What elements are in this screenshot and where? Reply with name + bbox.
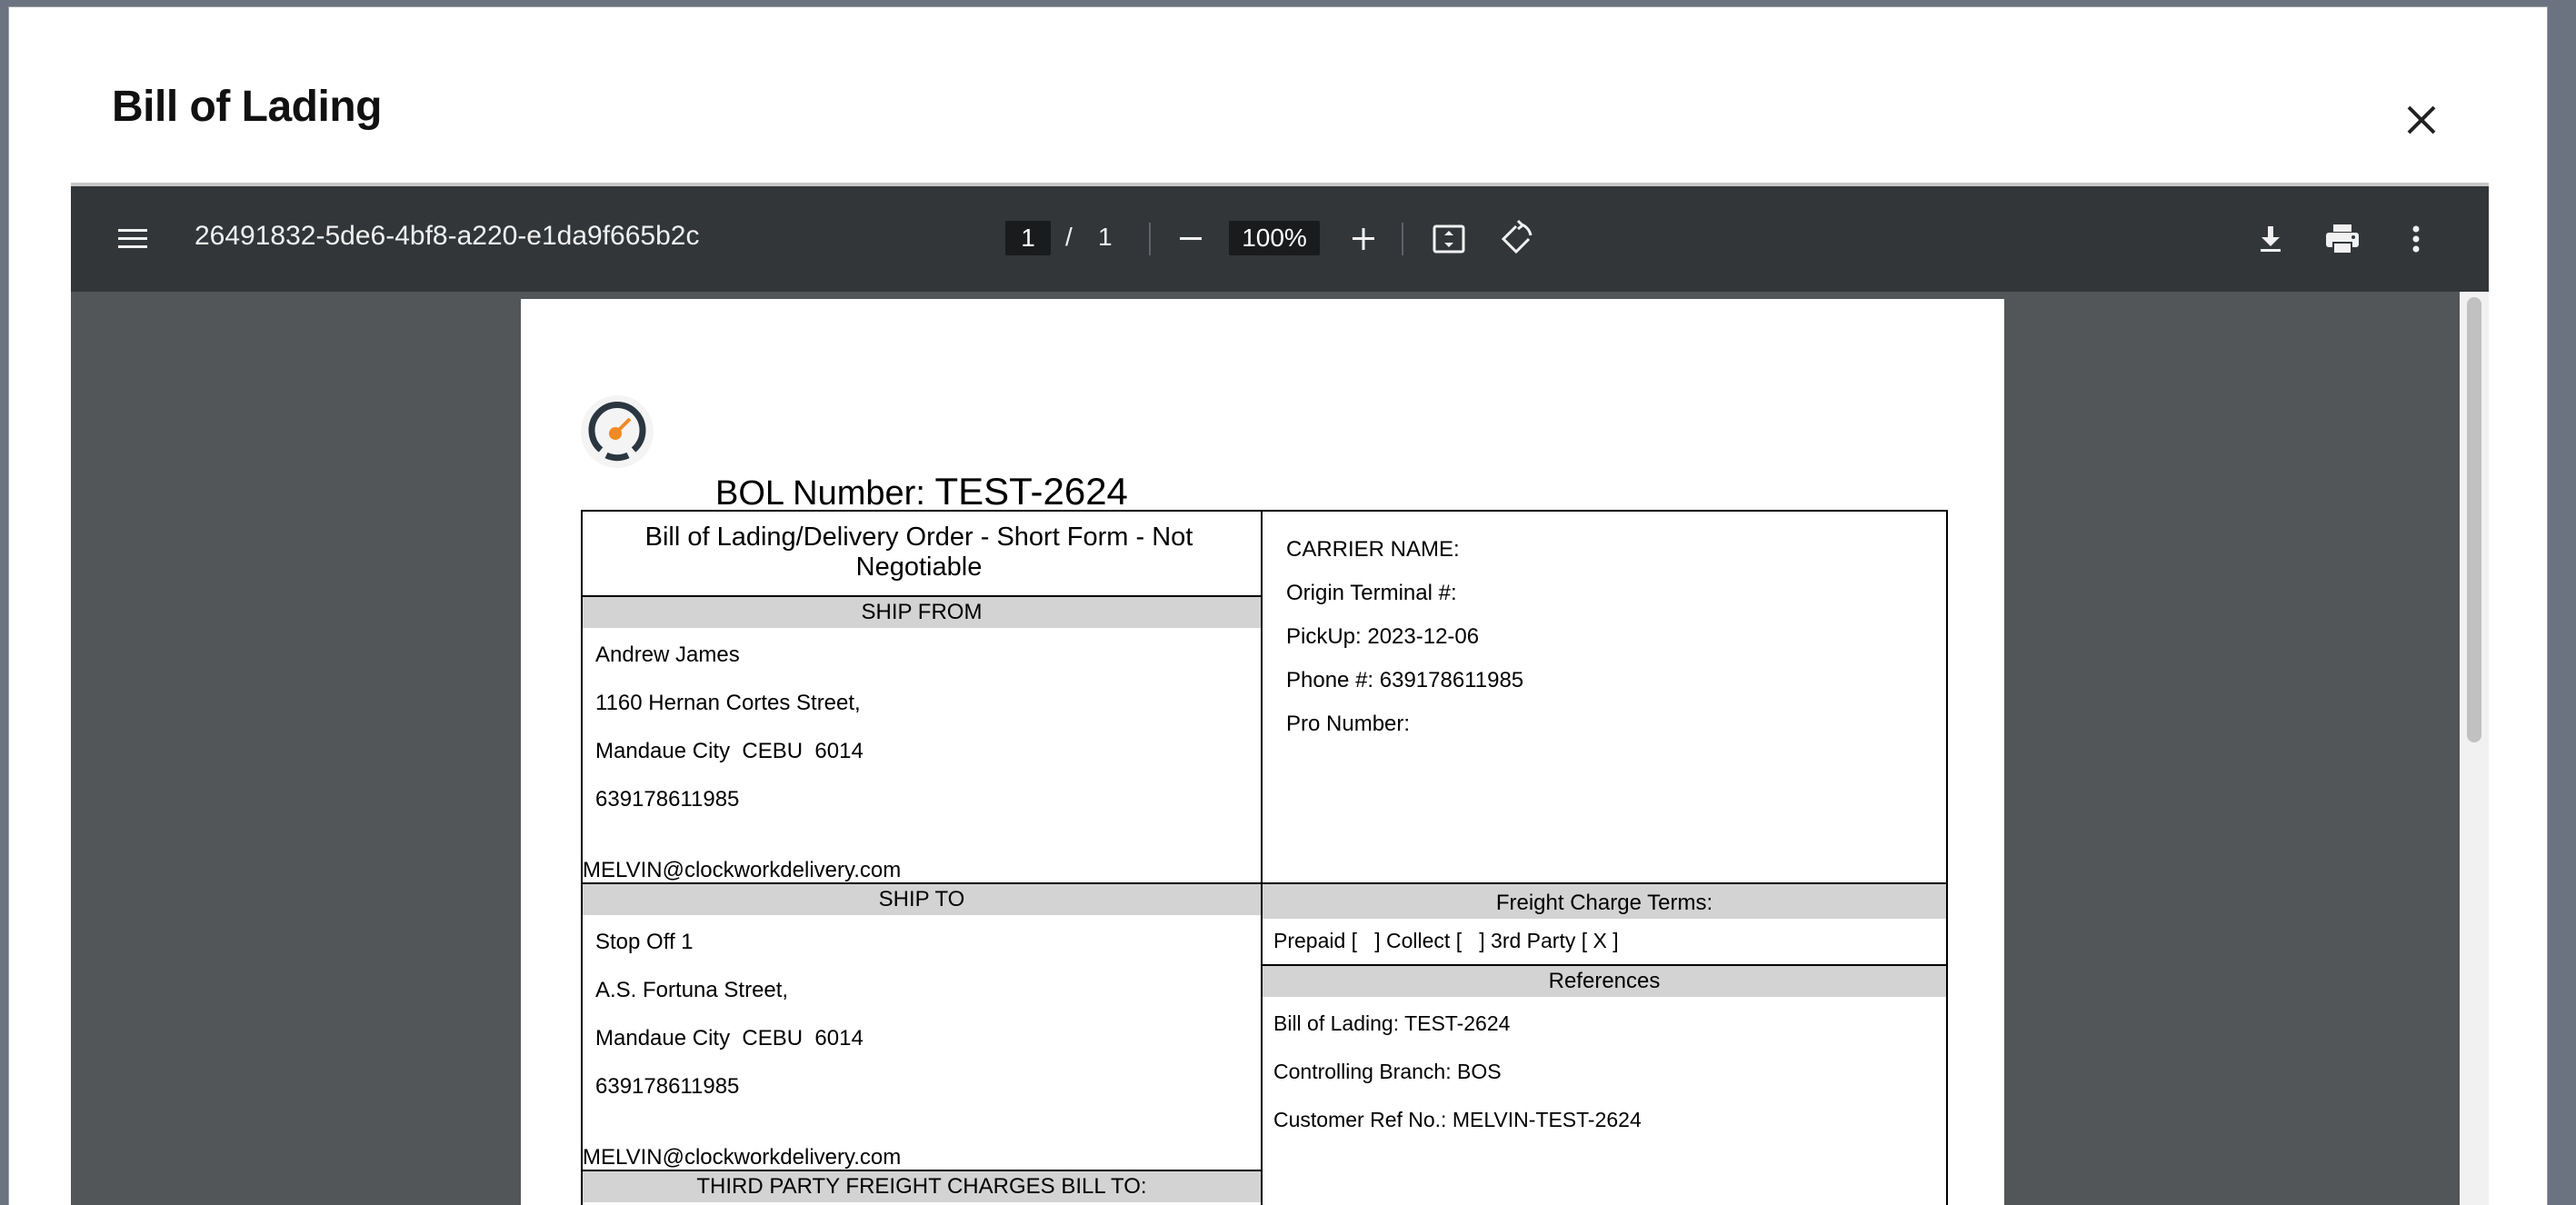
freight-terms-heading: Freight Charge Terms: (1263, 884, 1946, 919)
bill-of-lading-modal: Bill of Lading 26491832-5de6-4bf8-a220-e… (9, 7, 2547, 1205)
ship-to-name: Stop Off 1 (595, 930, 694, 954)
ref-customer-ref: Customer Ref No.: MELVIN-TEST-2624 (1273, 1108, 1642, 1131)
table-divider (1261, 510, 1263, 1205)
zoom-level-input[interactable]: 100% (1229, 221, 1320, 255)
ship-from-heading: SHIP FROM (583, 597, 1261, 628)
toolbar-divider (1149, 223, 1151, 255)
more-options-icon[interactable] (2398, 221, 2434, 262)
download-icon[interactable] (2252, 221, 2289, 262)
ship-to-phone: 639178611985 (595, 1074, 740, 1099)
page-number-input[interactable]: 1 (1005, 221, 1051, 255)
ship-from-name: Andrew James (595, 642, 740, 667)
freight-terms-options: Prepaid [ ] Collect [ ] 3rd Party [ X ] (1273, 929, 1619, 952)
ship-to-city: Mandaue City CEBU 6014 (595, 1026, 864, 1051)
vertical-scrollbar[interactable] (2460, 292, 2489, 1205)
menu-icon[interactable] (116, 223, 149, 260)
bol-label: BOL Number: (715, 474, 925, 513)
carrier-phone: Phone #: 639178611985 (1286, 668, 1524, 692)
document-file-name: 26491832-5de6-4bf8-a220-e1da9f665b2c (195, 221, 700, 251)
ship-to-street: A.S. Fortuna Street, (595, 978, 789, 1002)
zoom-out-icon[interactable] (1174, 223, 1207, 260)
pdf-page: BOL Number: TEST-2624 Bill of Lading/Del… (521, 299, 2004, 1205)
ship-from-phone: 639178611985 (595, 787, 740, 812)
pro-number: Pro Number: (1286, 712, 1411, 736)
bol-number: TEST-2624 (934, 470, 1128, 513)
ship-from-city: Mandaue City CEBU 6014 (595, 739, 864, 763)
page-total: 1 (1098, 223, 1113, 251)
carrier-name: CARRIER NAME: (1286, 537, 1460, 562)
pdf-toolbar: 26491832-5de6-4bf8-a220-e1da9f665b2c 1 /… (71, 186, 2489, 292)
ref-bill-of-lading: Bill of Lading: TEST-2624 (1273, 1011, 1511, 1035)
modal-title: Bill of Lading (112, 83, 382, 131)
references-heading: References (1263, 966, 1946, 997)
close-button[interactable] (2396, 95, 2447, 145)
zoom-in-icon[interactable] (1347, 223, 1380, 260)
toolbar-divider (1402, 223, 1403, 255)
rotate-icon[interactable] (1496, 219, 1536, 264)
page-separator: / (1065, 223, 1073, 251)
third-party-heading: THIRD PARTY FREIGHT CHARGES BILL TO: (583, 1171, 1261, 1202)
print-icon[interactable] (2323, 221, 2361, 262)
origin-terminal: Origin Terminal #: (1286, 581, 1457, 605)
close-icon (2407, 105, 2436, 134)
bol-number-heading: BOL Number: TEST-2624 (715, 470, 1128, 513)
pickup-date: PickUp: 2023-12-06 (1286, 624, 1480, 649)
company-logo-icon (581, 395, 654, 468)
ref-controlling-branch: Controlling Branch: BOS (1273, 1060, 1502, 1083)
ship-to-heading: SHIP TO (583, 884, 1261, 915)
pdf-viewer: 26491832-5de6-4bf8-a220-e1da9f665b2c 1 /… (71, 183, 2489, 1205)
scrollbar-thumb[interactable] (2467, 297, 2481, 742)
ship-from-email: MELVIN@clockworkdelivery.com (583, 858, 902, 882)
fit-page-icon[interactable] (1431, 221, 1467, 262)
form-title: Bill of Lading/Delivery Order - Short Fo… (644, 523, 1193, 582)
ship-to-email: MELVIN@clockworkdelivery.com (583, 1145, 902, 1170)
ship-from-street: 1160 Hernan Cortes Street, (595, 691, 861, 715)
